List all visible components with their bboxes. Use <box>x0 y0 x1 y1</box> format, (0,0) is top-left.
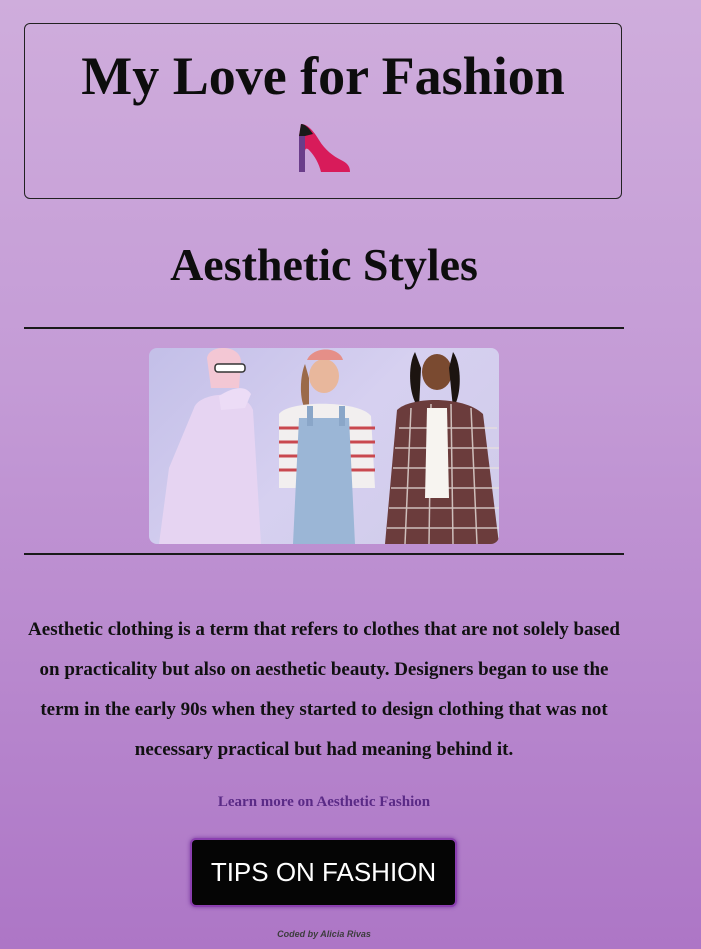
divider-top <box>24 327 624 329</box>
learn-more-link[interactable]: Learn more on Aesthetic Fashion <box>24 793 624 811</box>
footer-credit: Coded by Alicia Rivas <box>277 929 371 939</box>
header-box: My Love for Fashion <box>24 23 622 199</box>
high-heel-icon <box>297 122 351 174</box>
page: My Love for Fashion Aesthetic Styles Aes… <box>0 0 701 949</box>
tips-on-fashion-button[interactable]: TIPS ON FASHION <box>190 838 457 907</box>
divider-bottom <box>24 553 624 555</box>
section-title: Aesthetic Styles <box>170 239 478 290</box>
site-title: My Love for Fashion <box>81 46 565 106</box>
description-paragraph: Aesthetic clothing is a term that refers… <box>28 619 620 760</box>
hero-image <box>149 348 499 544</box>
